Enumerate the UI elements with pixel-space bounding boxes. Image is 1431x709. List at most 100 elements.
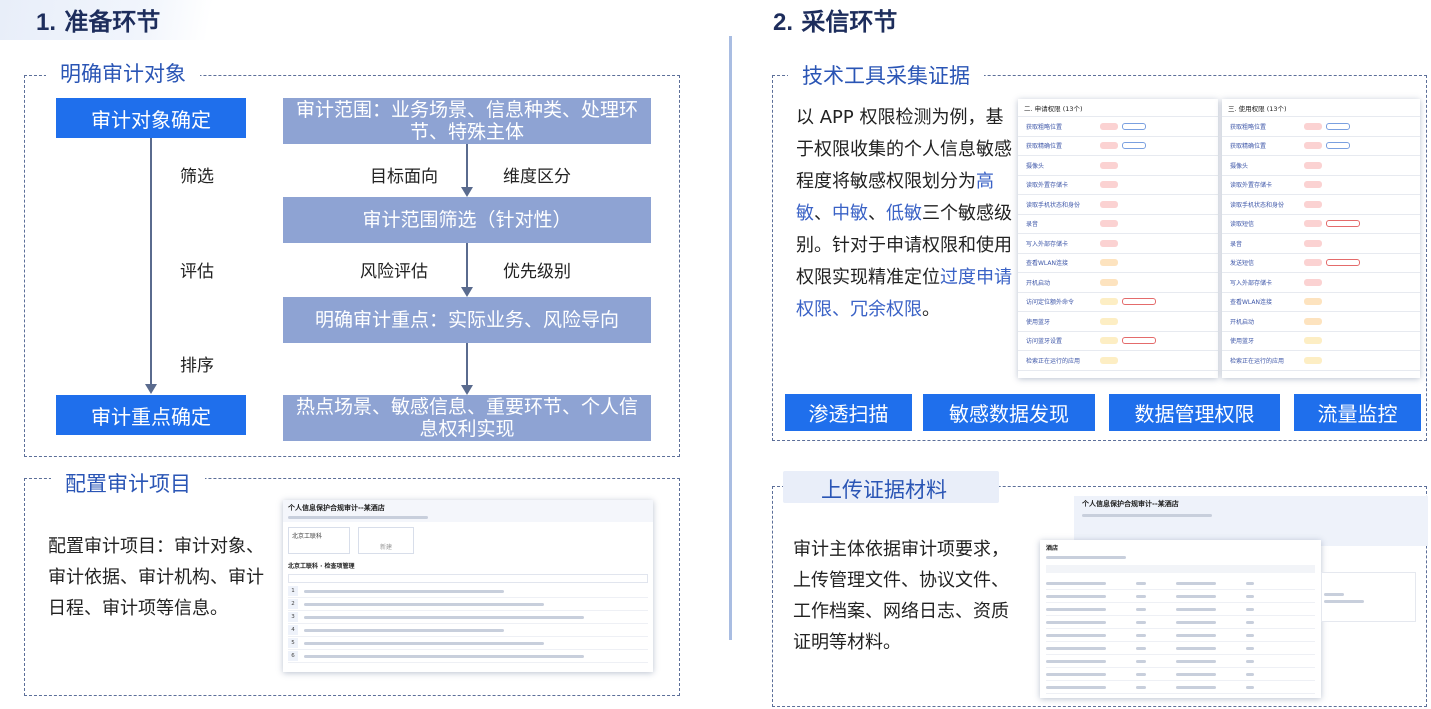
section-divider <box>729 36 732 640</box>
highlight-text: 低敏 <box>886 203 922 224</box>
file-row <box>1046 616 1315 629</box>
requested-permissions-title: 二. 申请权限 (13个) <box>1018 99 1218 117</box>
sensitivity-badge <box>1100 122 1118 130</box>
permission-name: 读取手机状态和身份 <box>1230 201 1285 209</box>
upload-description: 审计主体依据审计项要求，上传管理文件、协议文件、工作档案、网络日志、资质证明等材… <box>793 539 1009 653</box>
flow-label-priority: 优先级别 <box>503 262 571 282</box>
section-1-title: 1. 准备环节 <box>36 2 160 37</box>
config-label: 配置审计项目 <box>51 468 205 498</box>
permission-tag <box>1326 122 1350 130</box>
file-row-cell <box>1246 672 1254 676</box>
permission-row: 检索正在运行的应用 <box>1018 351 1218 371</box>
checklist-text-line <box>304 589 504 593</box>
sensitivity-badge <box>1304 259 1322 267</box>
permission-name: 获取粗略位置 <box>1230 123 1267 131</box>
description-text: 、 <box>868 203 886 224</box>
permission-name: 发送短信 <box>1230 260 1255 268</box>
file-row-cell <box>1046 607 1106 611</box>
section-number: 1. <box>36 9 57 36</box>
traffic-monitor-button[interactable]: 流量监控 <box>1294 394 1421 431</box>
pentest-scan-button[interactable]: 渗透扫描 <box>785 394 912 431</box>
config-screenshot: 个人信息保护合规审计--某酒店 北京工联科 新建 北京工联科 · 检查项管理 1… <box>283 500 653 672</box>
requested-permissions-rows: 获取粗略位置 获取精确位置 摄像头 读取外置存储卡 读取手机状态和身份 录音 写入外部存储卡… <box>1018 117 1218 371</box>
checklist-number: 5 <box>288 638 298 648</box>
permission-tag <box>1122 142 1146 150</box>
file-row <box>1046 668 1315 681</box>
file-row-cell <box>1136 672 1146 676</box>
file-row-cell <box>1246 646 1254 650</box>
permission-name: 使用蓝牙 <box>1026 318 1051 326</box>
checklist-number: 2 <box>288 599 298 609</box>
sensitivity-badge <box>1304 356 1322 364</box>
permission-row: 写入外部存储卡 <box>1222 273 1420 293</box>
file-row-cell <box>1046 581 1106 585</box>
config-card-title: 北京工联科 <box>292 533 323 540</box>
sensitivity-badge <box>1100 298 1118 306</box>
flow-box-scope: 审计范围：业务场景、信息种类、处理环节、特殊主体 <box>283 98 651 144</box>
permission-name: 读取短信 <box>1230 221 1255 229</box>
file-row-cell <box>1136 607 1146 611</box>
sensitivity-badge <box>1304 337 1322 345</box>
file-row-cell <box>1136 594 1146 598</box>
data-permission-button[interactable]: 数据管理权限 <box>1109 394 1280 431</box>
file-row <box>1046 603 1315 616</box>
file-row-cell <box>1246 633 1254 637</box>
sensitivity-badge <box>1100 337 1118 345</box>
sensitivity-badge <box>1304 181 1322 189</box>
file-row-cell <box>1246 581 1254 585</box>
permission-row: 开机启动 <box>1222 312 1420 332</box>
permission-name: 检索正在运行的应用 <box>1026 357 1081 365</box>
highlight-text: 中敏 <box>832 203 868 224</box>
requested-permissions-panel: 二. 申请权限 (13个) 获取粗略位置 获取精确位置 摄像头 读取外置存储卡 读取手机… <box>1018 99 1218 378</box>
permission-row: 摄像头 <box>1222 156 1420 176</box>
file-row-cell <box>1246 659 1254 663</box>
audit-focus-confirm-button[interactable]: 审计重点确定 <box>56 395 246 435</box>
permission-name: 写入外部存储卡 <box>1026 240 1069 248</box>
sensitivity-badge <box>1304 122 1322 130</box>
permission-row: 写入外部存储卡 <box>1018 234 1218 254</box>
config-screenshot-filter <box>288 574 648 583</box>
permission-row: 查看WLAN连接 <box>1018 254 1218 273</box>
file-row <box>1046 577 1315 590</box>
sensitivity-badge <box>1304 239 1322 247</box>
file-row-cell <box>1136 685 1146 689</box>
file-row-cell <box>1246 620 1254 624</box>
checklist-row: 2 <box>288 598 648 611</box>
config-card-new: 新建 <box>379 544 392 551</box>
permission-row: 发送短信 <box>1222 254 1420 273</box>
file-row-cell <box>1046 672 1106 676</box>
permission-tag <box>1326 220 1360 228</box>
permission-name: 读取外置存储卡 <box>1026 182 1069 190</box>
sensitivity-badge <box>1100 200 1118 208</box>
file-row-cell <box>1176 685 1216 689</box>
permission-row: 摄像头 <box>1018 156 1218 176</box>
tools-description: 以 APP 权限检测为例，基于权限收集的个人信息敏感程度将敏感权限划分为高敏、中… <box>796 102 1018 326</box>
sensitivity-badge <box>1100 259 1118 267</box>
config-screenshot-rows: 1 2 3 4 5 6 <box>283 585 653 663</box>
checklist-row: 3 <box>288 611 648 624</box>
flow-line-2 <box>466 243 468 288</box>
flow-arrowhead-1 <box>461 187 473 197</box>
permission-row: 检索正在运行的应用 <box>1222 351 1420 371</box>
step-filter: 筛选 <box>180 167 214 187</box>
sensitivity-badge <box>1304 317 1322 325</box>
file-row-cell <box>1046 659 1106 663</box>
file-row <box>1046 629 1315 642</box>
file-row-cell <box>1136 659 1146 663</box>
config-screenshot-tab: 北京工联科 · 检查项管理 <box>288 563 355 570</box>
permission-row: 读取外置存储卡 <box>1222 176 1420 195</box>
sensitivity-badge <box>1304 200 1322 208</box>
permission-row: 查看WLAN连接 <box>1222 293 1420 312</box>
file-row-cell <box>1136 581 1146 585</box>
permission-name: 获取精确位置 <box>1230 143 1267 151</box>
permission-name: 读取手机状态和身份 <box>1026 201 1081 209</box>
audit-object-confirm-button[interactable]: 审计对象确定 <box>56 98 246 138</box>
upload-screenshot-subtitle: 酒店 <box>1046 545 1059 552</box>
sensitive-data-discovery-button[interactable]: 敏感数据发现 <box>923 394 1095 431</box>
permission-row: 录音 <box>1018 215 1218 234</box>
sensitivity-badge <box>1100 356 1118 364</box>
file-row-cell <box>1046 685 1106 689</box>
permission-tag <box>1122 298 1156 306</box>
permission-name: 检索正在运行的应用 <box>1230 357 1285 365</box>
permission-name: 访问定位额外命令 <box>1026 299 1075 307</box>
